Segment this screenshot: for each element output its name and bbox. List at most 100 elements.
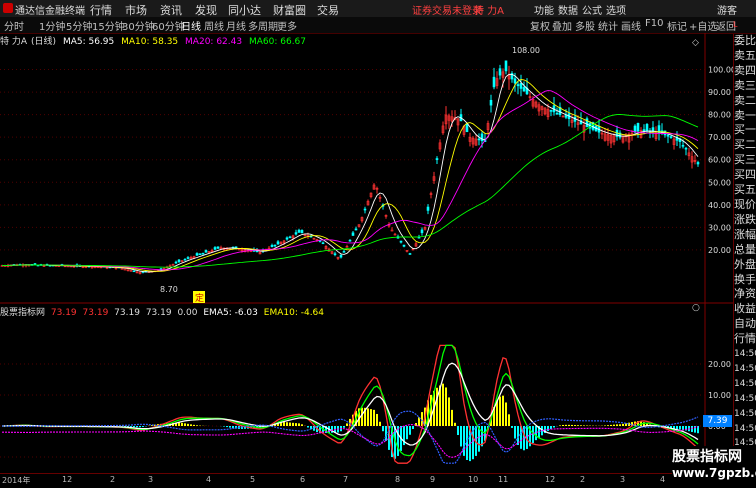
indicator-bar: [445, 387, 447, 426]
menu-item-data[interactable]: 数据: [558, 2, 578, 17]
tool-multi-stock[interactable]: 多股: [575, 18, 595, 33]
indicator-bar: [607, 425, 609, 426]
candle-body: [322, 243, 324, 244]
candle-body: [490, 100, 492, 105]
period-more[interactable]: 更多: [277, 18, 297, 33]
marker-label: 定: [195, 292, 204, 304]
indicator-bar: [568, 425, 570, 426]
candle-body: [517, 84, 519, 85]
indicator-line: [2, 345, 698, 455]
candle-body: [301, 230, 303, 232]
candle-body: [697, 162, 699, 164]
quote-panel-row: 卖二: [734, 94, 756, 109]
high-price-annotation: 108.00: [512, 46, 540, 55]
tool-stats[interactable]: 统计: [598, 18, 618, 33]
tool-overlay[interactable]: 叠加: [552, 18, 572, 33]
candle-body: [427, 207, 429, 210]
candle-body: [523, 87, 525, 91]
quote-panel: 委比卖五卖四卖三卖二卖一买一买二买三买四买五现价涨跌涨幅总量外盘换手净资收益自动…: [733, 34, 756, 487]
menu-item-options[interactable]: 选项: [606, 2, 626, 17]
panel-mode-icon: L: [733, 20, 756, 33]
tool-add-favorite[interactable]: +自选: [689, 18, 717, 33]
candlestick-chart[interactable]: 20.0030.0040.0050.0060.0070.0080.0090.00…: [0, 33, 733, 473]
indicator-bar: [436, 388, 438, 426]
period-multi[interactable]: 多周期: [248, 18, 278, 33]
date-tick-label: 3: [620, 475, 625, 484]
date-tick-label: 12: [62, 475, 72, 484]
menu-item-tongxiaoda[interactable]: 同小达: [228, 2, 261, 18]
indicator-bar: [457, 426, 459, 435]
indicator-bar: [622, 424, 624, 426]
indicator-bar: [370, 409, 372, 426]
indicator-bar: [682, 426, 684, 430]
period-5min[interactable]: 5分钟: [66, 18, 92, 33]
menu-item-news[interactable]: 资讯: [160, 2, 182, 18]
candle-body: [478, 139, 480, 140]
period-30min[interactable]: 30分钟: [122, 18, 155, 33]
tool-f10[interactable]: F10: [645, 18, 663, 29]
tool-draw[interactable]: 画线: [621, 18, 641, 33]
period-monthly[interactable]: 月线: [226, 18, 246, 33]
menu-item-wealth[interactable]: 财富圈: [273, 2, 306, 18]
period-weekly[interactable]: 周线: [204, 18, 224, 33]
chart-settings-icon[interactable]: ◇: [692, 38, 699, 48]
candle-body: [271, 245, 273, 246]
indicator-bar: [397, 426, 399, 456]
menu-item-markets[interactable]: 市场: [125, 2, 147, 18]
stock-tag: 特 力A: [474, 2, 504, 17]
app-logo-icon: [3, 3, 13, 13]
candle-body: [214, 247, 216, 249]
candle-body: [355, 229, 357, 230]
indicator-bar: [292, 423, 294, 426]
period-tick[interactable]: 分时: [4, 18, 24, 33]
date-tick-label: 6: [300, 475, 305, 484]
candle-body: [277, 242, 279, 244]
menu-item-formula[interactable]: 公式: [582, 2, 602, 17]
date-tick-label: 10: [468, 475, 478, 484]
indicator-bar: [136, 426, 138, 427]
ma-line-60: [2, 115, 698, 268]
candle-body: [199, 254, 201, 255]
candle-body: [295, 233, 297, 235]
guest-label[interactable]: 游客: [717, 2, 737, 17]
quote-panel-row: 收益: [734, 302, 756, 317]
indicator-bar: [367, 408, 369, 426]
period-15min[interactable]: 15分钟: [92, 18, 125, 33]
ma-line-5: [2, 74, 698, 272]
menu-item-discover[interactable]: 发现: [195, 2, 217, 18]
indicator-bar: [193, 425, 195, 426]
candle-body: [403, 245, 405, 246]
indicator-bar: [580, 425, 582, 426]
date-tick-label: 11: [498, 475, 508, 484]
period-60min[interactable]: 60分钟: [152, 18, 185, 33]
indicator-bar: [127, 426, 129, 427]
tool-mark[interactable]: 标记: [667, 18, 687, 33]
quote-panel-row: 买四: [734, 168, 756, 183]
period-1min[interactable]: 1分钟: [39, 18, 65, 33]
candle-body: [466, 124, 468, 132]
login-notice[interactable]: 证券交易未登录: [412, 2, 482, 17]
indicator-bar: [298, 423, 300, 426]
indicator-bar: [460, 426, 462, 446]
indicator-tick-label: 20.00: [708, 360, 731, 369]
candle-body: [556, 113, 558, 114]
indicator-tick-label: 10.00: [708, 391, 731, 400]
menu-item-trade[interactable]: 交易: [317, 2, 339, 18]
indicator-bar: [409, 426, 411, 435]
tool-adjust[interactable]: 复权: [530, 18, 550, 33]
indicator-bar: [139, 426, 141, 427]
candle-body: [187, 258, 189, 259]
quote-panel-row: 14:50: [734, 362, 756, 377]
price-tick-label: 30.00: [708, 223, 731, 232]
menu-item-market[interactable]: 行情: [90, 2, 112, 18]
period-daily[interactable]: 日线: [181, 18, 201, 33]
candle-body: [637, 123, 639, 131]
quote-panel-row: 外盘: [734, 258, 756, 273]
indicator-bar: [448, 397, 450, 426]
menu-item-function[interactable]: 功能: [534, 2, 554, 17]
date-tick-label: 3: [148, 475, 153, 484]
indicator-bar: [574, 425, 576, 426]
chart-close-icon[interactable]: ○: [692, 303, 700, 313]
indicator-bar: [226, 426, 228, 427]
date-tick-label: 9: [430, 475, 435, 484]
